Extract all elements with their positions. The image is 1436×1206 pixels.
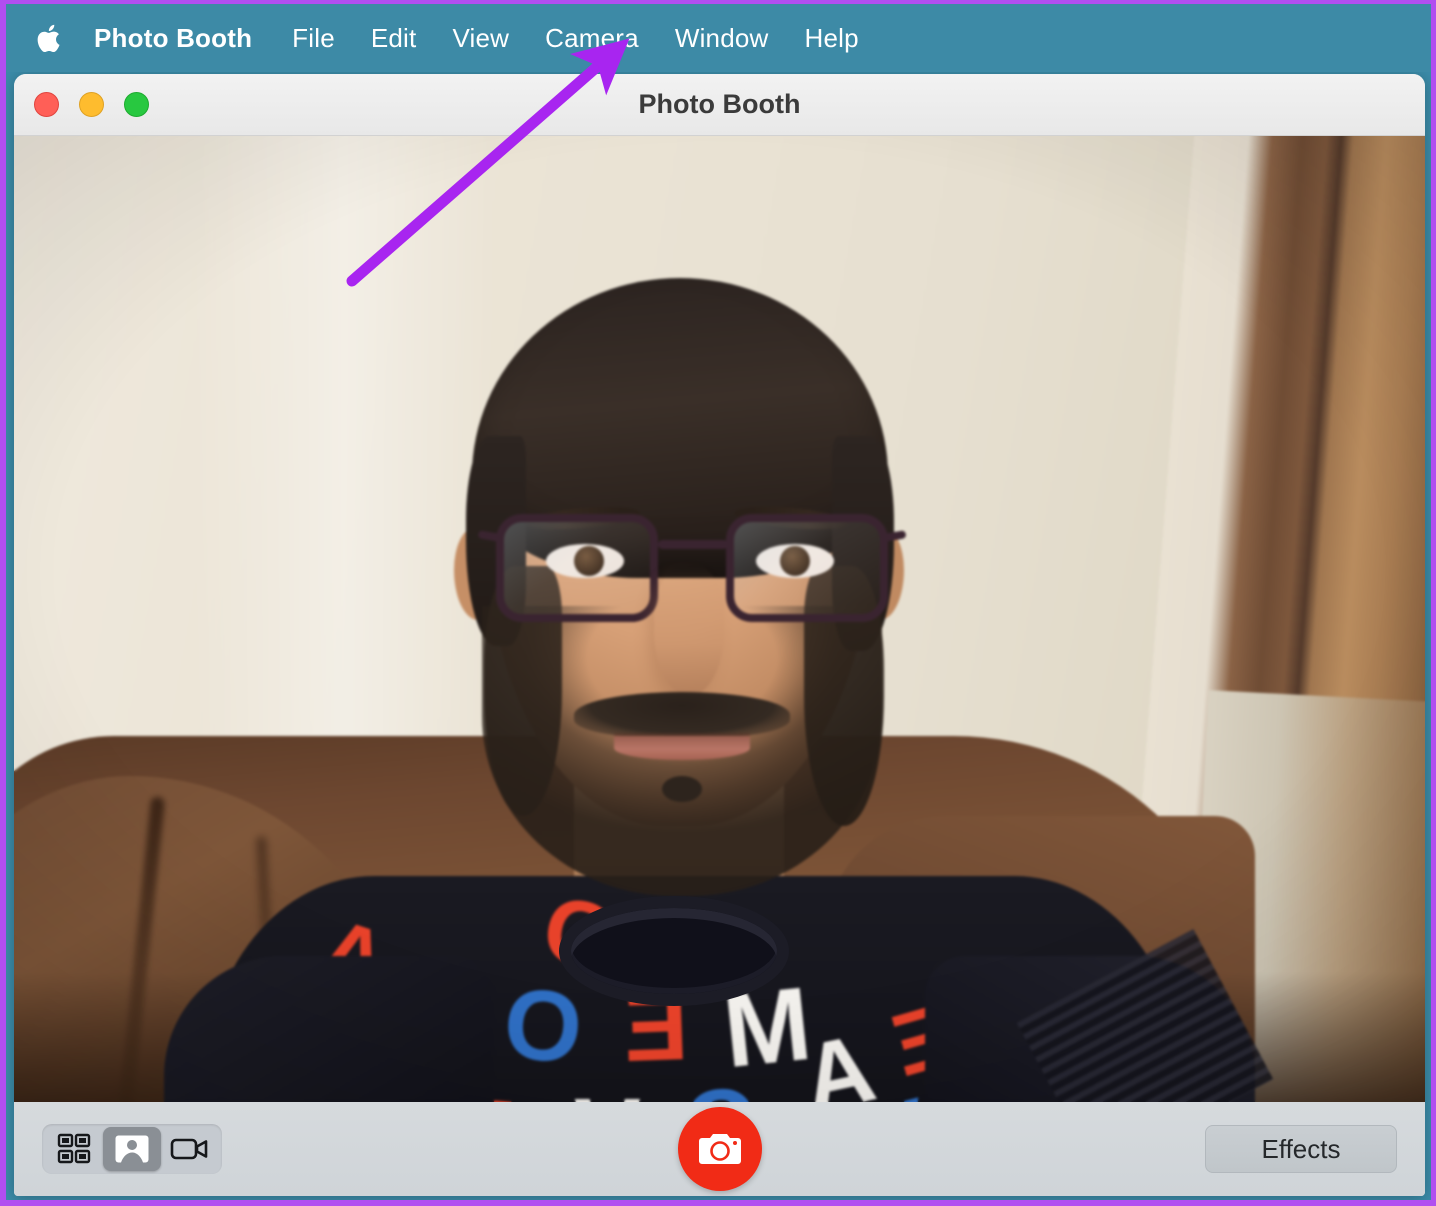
menu-item-view[interactable]: View <box>452 25 509 51</box>
menu-item-photo-booth[interactable]: Photo Booth <box>94 25 252 51</box>
menu-item-help[interactable]: Help <box>805 25 859 51</box>
mouth <box>614 736 750 760</box>
bottom-toolbar: Effects <box>14 1102 1425 1196</box>
mode-button-movie[interactable] <box>161 1127 219 1171</box>
camera-icon <box>698 1134 741 1164</box>
minimize-button[interactable] <box>79 92 104 117</box>
menu-item-camera[interactable]: Camera <box>545 25 639 51</box>
photo-booth-window: Photo Booth OVOEMACREVOAEVOM <box>14 74 1425 1196</box>
mode-button-burst-grid[interactable] <box>45 1127 103 1171</box>
portrait-icon <box>115 1135 149 1163</box>
capture-button[interactable] <box>677 1107 762 1191</box>
grid-icon <box>57 1133 91 1164</box>
sweater-letter: O <box>679 1066 764 1102</box>
window-title: Photo Booth <box>638 89 801 119</box>
soul-patch <box>662 776 702 802</box>
capture-mode-segmented-control[interactable] <box>42 1124 222 1174</box>
camera-preview[interactable]: OVOEMACREVOAEVOM <box>14 136 1425 1102</box>
menu-item-edit[interactable]: Edit <box>371 25 417 51</box>
lens-left <box>496 514 658 622</box>
menu-item-window[interactable]: Window <box>675 25 769 51</box>
effects-button[interactable]: Effects <box>1205 1125 1397 1173</box>
traffic-light-controls <box>34 92 149 117</box>
video-camera-icon <box>170 1138 208 1160</box>
mustache <box>574 692 790 738</box>
person-subject: OVOEMACREVOAEVOM <box>14 136 1425 1102</box>
close-button[interactable] <box>34 92 59 117</box>
sweater-letter: O <box>500 967 586 1085</box>
macos-menu-bar: Photo Booth File Edit View Camera Window… <box>6 4 1431 72</box>
apple-logo-icon[interactable] <box>36 20 66 56</box>
nose <box>654 566 724 696</box>
mode-button-still-photo[interactable] <box>103 1127 161 1171</box>
desktop: Photo Booth File Edit View Camera Window… <box>6 4 1431 1200</box>
sweater-letter: V <box>574 1078 641 1102</box>
glasses-bridge <box>658 540 728 549</box>
window-titlebar[interactable]: Photo Booth <box>14 74 1425 136</box>
zoom-button[interactable] <box>124 92 149 117</box>
sweater-collar <box>559 896 789 1006</box>
lens-right <box>726 514 888 622</box>
shoulder-left <box>164 956 494 1102</box>
screenshot-root: Photo Booth File Edit View Camera Window… <box>0 0 1436 1206</box>
menu-item-file[interactable]: File <box>292 25 335 51</box>
